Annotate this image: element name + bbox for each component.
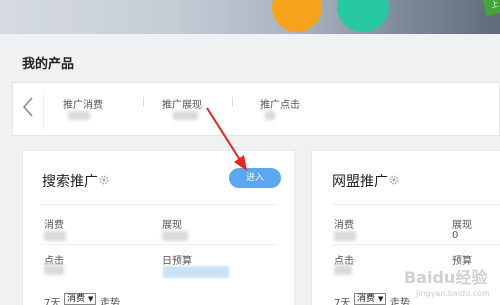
clicks-value-blurred [44, 265, 64, 275]
daily-budget-label: 日预算 [162, 256, 192, 267]
carousel-divider [43, 91, 44, 129]
trend-label: 走势 [390, 298, 410, 305]
dropdown-caret-icon: ▼ [88, 295, 94, 303]
metric-separator [232, 97, 233, 107]
gear-icon[interactable] [99, 175, 109, 185]
metric-select[interactable]: 消费 ▼ [354, 293, 387, 305]
row-divider [42, 204, 277, 205]
metric-label-spend: 推广消费 [63, 100, 103, 111]
clicks-value-blurred [334, 265, 352, 275]
page-title: 我的产品 [22, 57, 75, 72]
impressions-label: 展现 [452, 220, 472, 231]
period-label: 7天 [334, 298, 351, 305]
metric-value-blurred [265, 111, 275, 120]
impressions-value: 0 [452, 230, 459, 241]
period-label: 7天 [44, 298, 61, 305]
metric-value-blurred [173, 111, 198, 120]
daily-budget-value-blurred [163, 266, 229, 278]
watermark-logo: Baidu经验 [404, 268, 488, 287]
trend-label: 走势 [100, 298, 120, 305]
chevron-left-icon[interactable] [21, 96, 35, 118]
metric-label-clicks: 推广点击 [260, 100, 300, 111]
impressions-value-blurred [162, 231, 188, 241]
dropdown-caret-icon: ▼ [378, 295, 384, 303]
union-card-title: 网盟推广 [332, 174, 388, 190]
orange-circle-icon [272, 0, 322, 32]
spend-label: 消费 [44, 220, 64, 231]
banner-tag: 上 [482, 0, 500, 17]
top-banner: 上 [0, 0, 500, 34]
watermark-url: jingyan.baidu.com [416, 289, 490, 298]
metric-label-impressions: 推广展现 [162, 100, 202, 111]
spend-label: 消费 [334, 220, 354, 231]
metrics-carousel: 推广消费 推广展现 推广点击 [12, 82, 500, 136]
gear-icon[interactable] [389, 175, 399, 185]
spend-value-blurred [334, 231, 356, 241]
enter-button[interactable]: 进入 [229, 168, 281, 188]
impressions-label: 展现 [162, 220, 182, 231]
metric-select[interactable]: 消费 ▼ [64, 293, 97, 305]
row-divider [332, 244, 500, 245]
search-card-title: 搜索推广 [42, 174, 98, 190]
metric-value-blurred [68, 111, 90, 120]
row-divider [332, 204, 500, 205]
spend-value-blurred [44, 231, 66, 241]
metric-separator [143, 97, 144, 107]
teal-circle-icon [337, 0, 389, 32]
row-divider [42, 244, 277, 245]
